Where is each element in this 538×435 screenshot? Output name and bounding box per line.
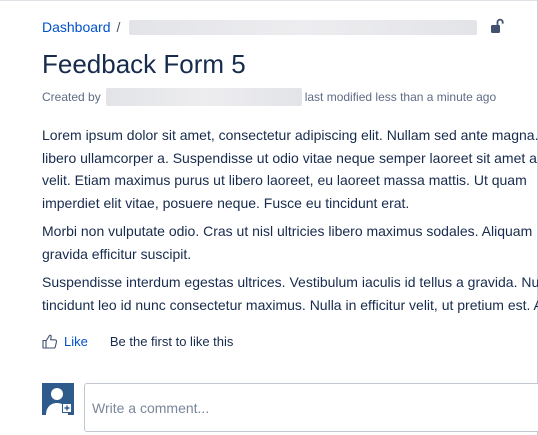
- paragraph-line: imperdiet elit vitae, posuere neque. Fus…: [42, 194, 410, 211]
- thumbs-up-icon: [42, 334, 58, 349]
- paragraph-line: velit. Etiam maximus purus ut libero lao…: [42, 172, 527, 188]
- breadcrumb-separator: /: [116, 19, 121, 35]
- window-top-border: [0, 0, 538, 1]
- like-hint-text: Be the first to like this: [109, 333, 234, 349]
- paragraph-line: libero ullamcorper a. Suspendisse ut odi…: [42, 149, 537, 166]
- breadcrumb-redacted-path[interactable]: [129, 19, 478, 35]
- paragraph-line: Morbi non vulputate odio. Cras ut nisl u…: [42, 223, 533, 239]
- like-label: Like: [64, 333, 88, 349]
- byline-created-by: Created by: [42, 90, 101, 104]
- breadcrumb-dashboard-link[interactable]: Dashboard: [42, 19, 111, 35]
- page-content: Lorem ipsum dolor sit amet, consectetur …: [42, 124, 538, 322]
- content-paragraph: Suspendisse interdum egestas ultrices. V…: [42, 271, 538, 316]
- unlocked-padlock-icon[interactable]: [489, 18, 505, 34]
- page-byline: Created by last modified less than a min…: [42, 88, 496, 106]
- paragraph-line: Lorem ipsum dolor sit amet, consectetur …: [42, 127, 538, 143]
- author-name-redacted[interactable]: [105, 88, 302, 106]
- breadcrumb: Dashboard /: [42, 18, 478, 36]
- content-paragraph: Lorem ipsum dolor sit amet, consectetur …: [42, 124, 538, 214]
- byline-last-modified: last modified less than a minute ago: [304, 90, 497, 104]
- paragraph-line: tincidunt leo id nunc consectetur maximu…: [42, 296, 538, 313]
- content-paragraph: Morbi non vulputate odio. Cras ut nisl u…: [42, 220, 538, 265]
- paragraph-line: Suspendisse interdum egestas ultrices. V…: [42, 274, 538, 290]
- default-user-avatar-icon[interactable]: [42, 383, 74, 415]
- paragraph-line: gravida efficitur suscipit.: [42, 245, 192, 262]
- like-button[interactable]: Like: [42, 334, 88, 349]
- page-title: Feedback Form 5: [42, 49, 246, 79]
- like-section: Like Be the first to like this: [42, 332, 233, 350]
- comment-input[interactable]: [84, 383, 538, 432]
